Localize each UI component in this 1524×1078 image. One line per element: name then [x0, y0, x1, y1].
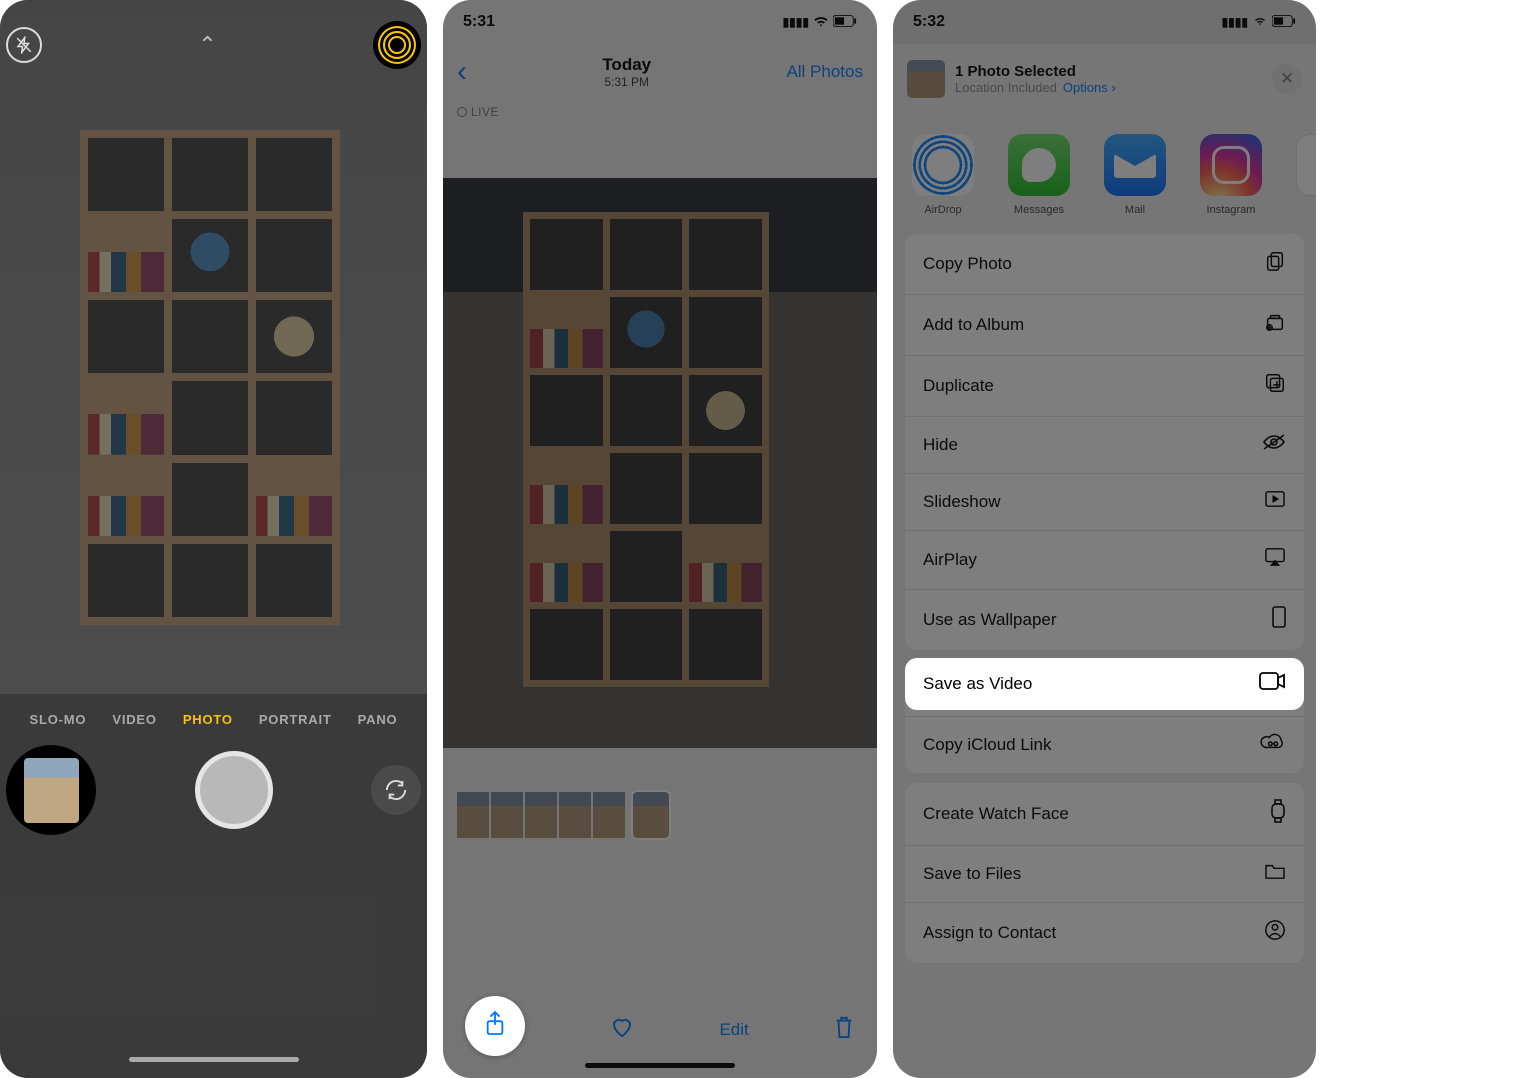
files-icon: [1264, 862, 1286, 886]
edit-button[interactable]: Edit: [719, 1020, 748, 1040]
flash-off-icon[interactable]: [6, 27, 42, 63]
wifi-icon: [1252, 15, 1268, 30]
action-assign-to-contact[interactable]: Assign to Contact: [905, 903, 1304, 963]
share-app-airdrop[interactable]: AirDrop: [907, 134, 979, 216]
photo-toolbar: Edit: [443, 1000, 877, 1060]
action-slideshow[interactable]: Slideshow: [905, 474, 1304, 531]
action-duplicate[interactable]: Duplicate: [905, 356, 1304, 417]
favorite-button[interactable]: [609, 1015, 635, 1046]
photo-bookshelf: [523, 212, 769, 687]
share-title: 1 Photo Selected: [955, 63, 1262, 80]
status-time: 5:32: [913, 13, 945, 31]
hide-icon: [1262, 433, 1286, 457]
options-link[interactable]: Options ›: [1063, 80, 1116, 95]
filmstrip-current[interactable]: [633, 792, 669, 838]
album-add-icon: [1264, 311, 1286, 339]
share-app-row[interactable]: AirDrop Messages Mail Instagram Me: [893, 110, 1316, 234]
cellular-icon: ▮▮▮▮: [1222, 15, 1248, 29]
share-actions-list[interactable]: Copy Photo Add to Album Duplicate Hide S…: [893, 234, 1316, 1078]
icloud-link-icon: [1260, 733, 1286, 757]
share-icon: [484, 1010, 506, 1043]
home-indicator[interactable]: [585, 1063, 735, 1068]
battery-icon: [833, 15, 857, 30]
camera-screen: ⌃ SLO-MO VIDEO PHOTO PORTRAIT PANO: [0, 0, 427, 1078]
nav-title: Today: [602, 55, 651, 75]
nav-bar: ‹ Today 5:31 PM All Photos: [443, 44, 877, 100]
share-button[interactable]: [465, 996, 525, 1056]
status-bar: 5:31 ▮▮▮▮: [443, 0, 877, 44]
mode-portrait[interactable]: PORTRAIT: [259, 712, 332, 727]
status-time: 5:31: [463, 13, 495, 31]
slideshow-icon: [1264, 490, 1286, 514]
mail-icon: [1104, 134, 1166, 196]
wifi-icon: [813, 13, 829, 32]
action-add-to-album[interactable]: Add to Album: [905, 295, 1304, 356]
action-create-watch-face[interactable]: Create Watch Face: [905, 783, 1304, 846]
chevron-up-icon[interactable]: ⌃: [190, 27, 226, 63]
filmstrip-thumb[interactable]: [457, 792, 489, 838]
camera-mode-selector[interactable]: SLO-MO VIDEO PHOTO PORTRAIT PANO: [0, 712, 427, 727]
last-photo-thumbnail[interactable]: [6, 745, 96, 835]
watch-icon: [1270, 799, 1286, 829]
action-save-as-video[interactable]: Save as Video: [905, 658, 1304, 710]
subject-bookshelf: [80, 130, 340, 625]
shutter-button[interactable]: [195, 751, 273, 829]
battery-icon: [1272, 15, 1296, 30]
mode-video[interactable]: VIDEO: [112, 712, 156, 727]
live-photo-icon: [383, 31, 411, 59]
airplay-icon: [1264, 547, 1286, 573]
all-photos-link[interactable]: All Photos: [786, 62, 863, 82]
action-copy-icloud-link[interactable]: Copy iCloud Link: [905, 717, 1304, 773]
mode-pano[interactable]: PANO: [358, 712, 398, 727]
share-app-instagram[interactable]: Instagram: [1195, 134, 1267, 216]
instagram-icon: [1200, 134, 1262, 196]
live-dot-icon: [457, 107, 467, 117]
filmstrip-thumb[interactable]: [593, 792, 625, 838]
filmstrip-thumb[interactable]: [525, 792, 557, 838]
filmstrip-thumb[interactable]: [491, 792, 523, 838]
action-save-to-files[interactable]: Save to Files: [905, 846, 1304, 903]
back-button[interactable]: ‹: [457, 55, 467, 89]
photo-view[interactable]: [443, 178, 877, 748]
messages-icon: [1008, 134, 1070, 196]
camera-viewfinder: [0, 0, 427, 694]
more-icon: [1296, 134, 1316, 196]
thumbnail-image: [24, 758, 79, 823]
airdrop-icon: [912, 134, 974, 196]
action-hide[interactable]: Hide: [905, 417, 1304, 474]
filmstrip-thumb[interactable]: [559, 792, 591, 838]
mode-photo[interactable]: PHOTO: [183, 712, 233, 727]
nav-subtitle: 5:31 PM: [602, 75, 651, 89]
mode-slomo[interactable]: SLO-MO: [30, 712, 87, 727]
selected-photo-thumb: [907, 60, 945, 98]
share-app-mail[interactable]: Mail: [1099, 134, 1171, 216]
photo-filmstrip[interactable]: [443, 792, 877, 838]
share-app-messages[interactable]: Messages: [1003, 134, 1075, 216]
share-app-more[interactable]: Me: [1291, 134, 1316, 216]
live-badge: LIVE: [457, 105, 499, 119]
cellular-icon: ▮▮▮▮: [783, 15, 809, 29]
action-use-as-wallpaper[interactable]: Use as Wallpaper: [905, 590, 1304, 650]
share-sheet-screen: 5:32 ▮▮▮▮ 1 Photo Selected Location Incl…: [893, 0, 1316, 1078]
camera-swap-button[interactable]: [371, 765, 421, 815]
home-indicator[interactable]: [129, 1057, 299, 1062]
action-copy-photo[interactable]: Copy Photo: [905, 234, 1304, 295]
live-photo-toggle[interactable]: [373, 21, 421, 69]
contact-icon: [1264, 919, 1286, 947]
photos-detail-screen: 5:31 ▮▮▮▮ ‹ Today 5:31 PM All Photos LIV…: [443, 0, 877, 1078]
action-airplay[interactable]: AirPlay: [905, 531, 1304, 590]
copy-icon: [1264, 250, 1286, 278]
share-sheet-header: 1 Photo Selected Location Included Optio…: [893, 44, 1316, 110]
close-button[interactable]: ✕: [1272, 64, 1302, 94]
duplicate-icon: [1264, 372, 1286, 400]
share-subtitle: Location Included: [955, 80, 1057, 95]
wallpaper-icon: [1272, 606, 1286, 634]
video-icon: [1258, 671, 1286, 697]
delete-button[interactable]: [833, 1014, 855, 1047]
status-bar: 5:32 ▮▮▮▮: [893, 0, 1316, 44]
